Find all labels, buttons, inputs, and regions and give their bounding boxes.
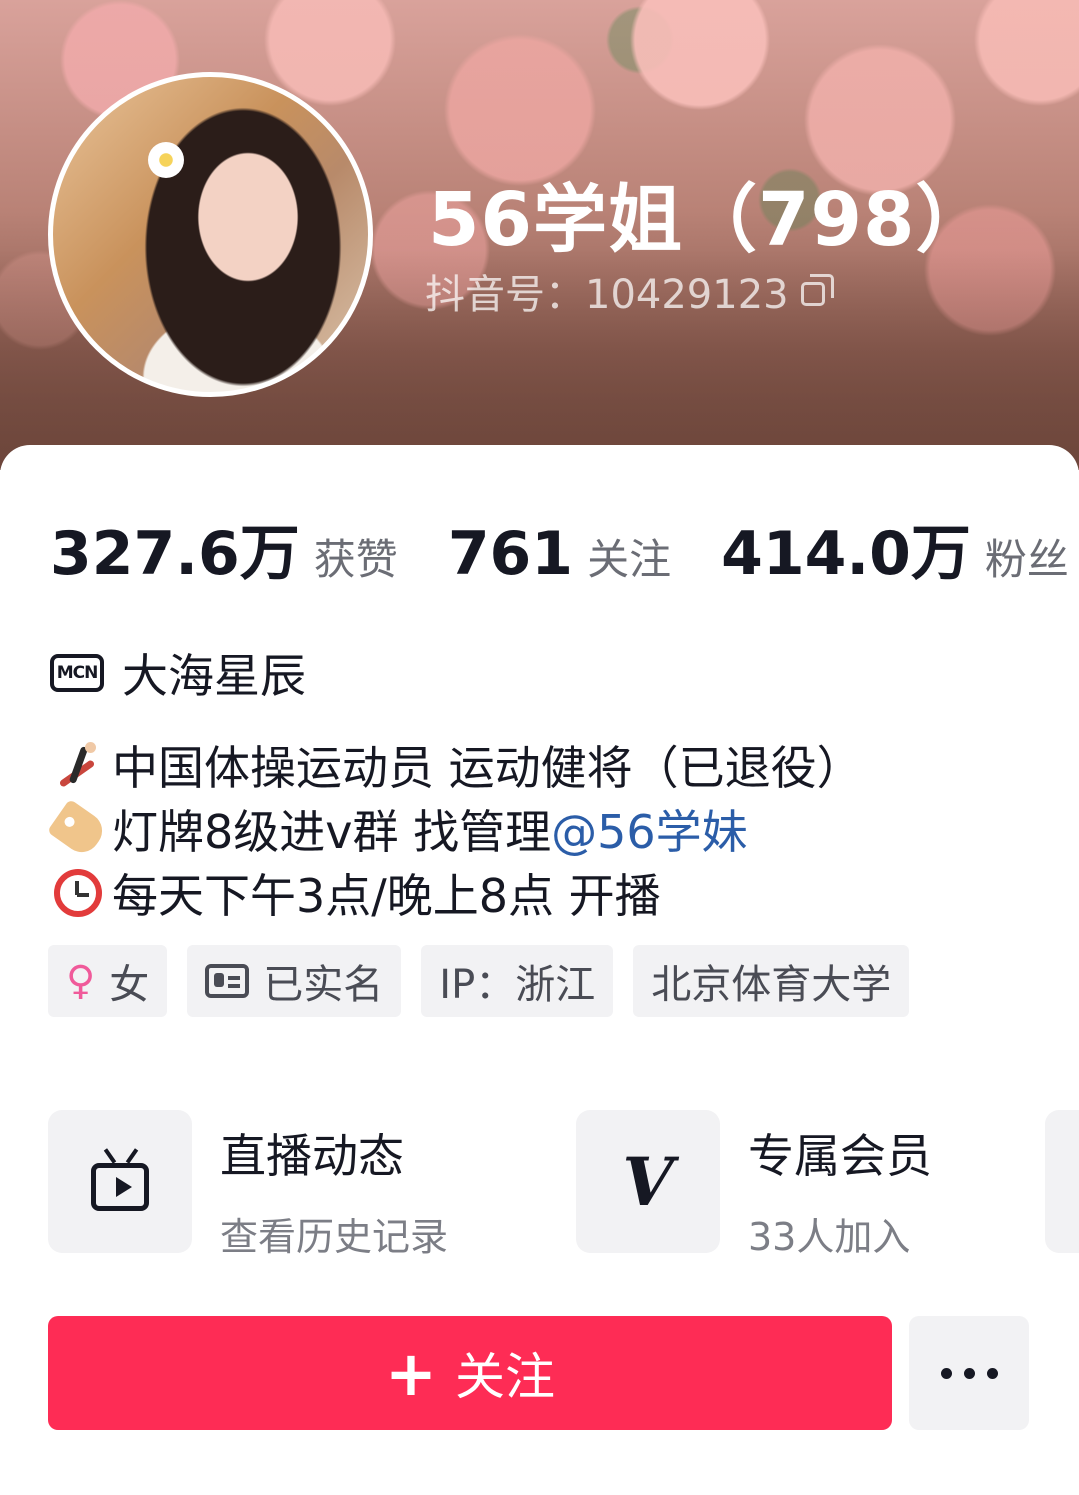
bio-line: 每天下午3点/晚上8点 开播 [50,861,863,925]
bio-text-group: 灯牌8级进v群 找管理 [112,805,552,859]
more-options-button[interactable] [909,1316,1029,1430]
female-icon: ♀ [66,958,96,1004]
tag-verified[interactable]: 已实名 [187,945,402,1017]
mcn-icon: MCN [50,654,104,692]
bio-line: 中国体操运动员 运动健将（已退役） [50,733,863,797]
mcn-row[interactable]: MCN 大海星辰 [50,640,306,706]
gymnast-icon [50,737,106,793]
more-dots-icon [940,1367,952,1379]
vip-v-icon: V [622,1142,674,1221]
feature-vip-subtitle: 33人加入 [748,1215,911,1255]
more-dot [986,1367,998,1379]
feature-live-history[interactable]: 直播动态 查看历史记录 [48,1110,448,1255]
feature-live-subtitle: 查看历史记录 [220,1215,449,1255]
more-dot [963,1367,975,1379]
bio: 中国体操运动员 运动健将（已退役） 灯牌8级进v群 找管理 @56学妹 每天下午3… [46,733,863,925]
stat-following[interactable]: 761 关注 [448,519,671,589]
tv-play-icon [91,1147,149,1211]
douyin-id-text: 抖音号：10429123 [425,272,789,318]
copy-icon[interactable] [800,274,835,308]
tag-verified-label: 已实名 [263,962,384,1008]
tag-gender-label: 女 [109,962,150,1008]
mention-link[interactable]: @56学妹 [551,796,748,862]
profile-tags: ♀ 女 已实名 IP：浙江 北京体育大学 [48,945,929,1017]
feature-shortcuts: 直播动态 查看历史记录 V 专属会员 33人加入 [48,1110,1079,1255]
avatar[interactable] [48,72,373,397]
douyin-id[interactable]: 抖音号：10429123 [425,262,835,320]
follow-button[interactable]: + 关注 [48,1316,892,1430]
stat-following-value: 761 [447,519,574,589]
id-card-icon [205,964,250,998]
plus-icon: + [385,1336,437,1410]
bio-text-schedule: 每天下午3点/晚上8点 开播 [112,869,661,923]
stat-fans-value: 414.0万 [721,519,971,589]
tag-ip: IP：浙江 [421,945,614,1017]
alarm-clock-icon [50,865,106,921]
stat-fans[interactable]: 414.0万 粉丝 [721,505,1069,592]
feature-vip-title: 专属会员 [748,1129,932,1183]
feature-next-peek[interactable] [1045,1110,1079,1253]
mcn-name: 大海星辰 [122,649,306,703]
tag-school-label: 北京体育大学 [651,962,892,1008]
profile-card: 327.6万 获赞 761 关注 414.0万 粉丝 MCN 大海星辰 中国体操… [0,445,1079,1495]
stat-likes-value: 327.6万 [50,519,300,589]
stat-fans-label: 粉丝 [984,535,1069,584]
stats-row: 327.6万 获赞 761 关注 414.0万 粉丝 [50,505,1079,592]
feature-live-icon-box [48,1110,192,1253]
tag-ip-label: IP：浙江 [439,962,596,1008]
bio-line: 灯牌8级进v群 找管理 @56学妹 [46,796,863,862]
tag-school[interactable]: 北京体育大学 [633,945,910,1017]
follow-button-label: 关注 [454,1348,555,1406]
stat-following-label: 关注 [587,535,672,584]
stat-likes[interactable]: 327.6万 获赞 [50,505,398,592]
tag-gender: ♀ 女 [48,945,168,1017]
stat-likes-label: 获赞 [313,535,398,584]
feature-live-title: 直播动态 [220,1129,404,1183]
feature-vip-icon-box: V [576,1110,720,1253]
feature-membership[interactable]: V 专属会员 33人加入 [576,1110,932,1255]
profile-nickname: 56学姐（798） [428,177,991,263]
bio-text-athlete: 中国体操运动员 运动健将（已退役） [112,741,863,795]
hair-flower-decoration [148,142,184,178]
label-tag-icon [46,798,110,860]
